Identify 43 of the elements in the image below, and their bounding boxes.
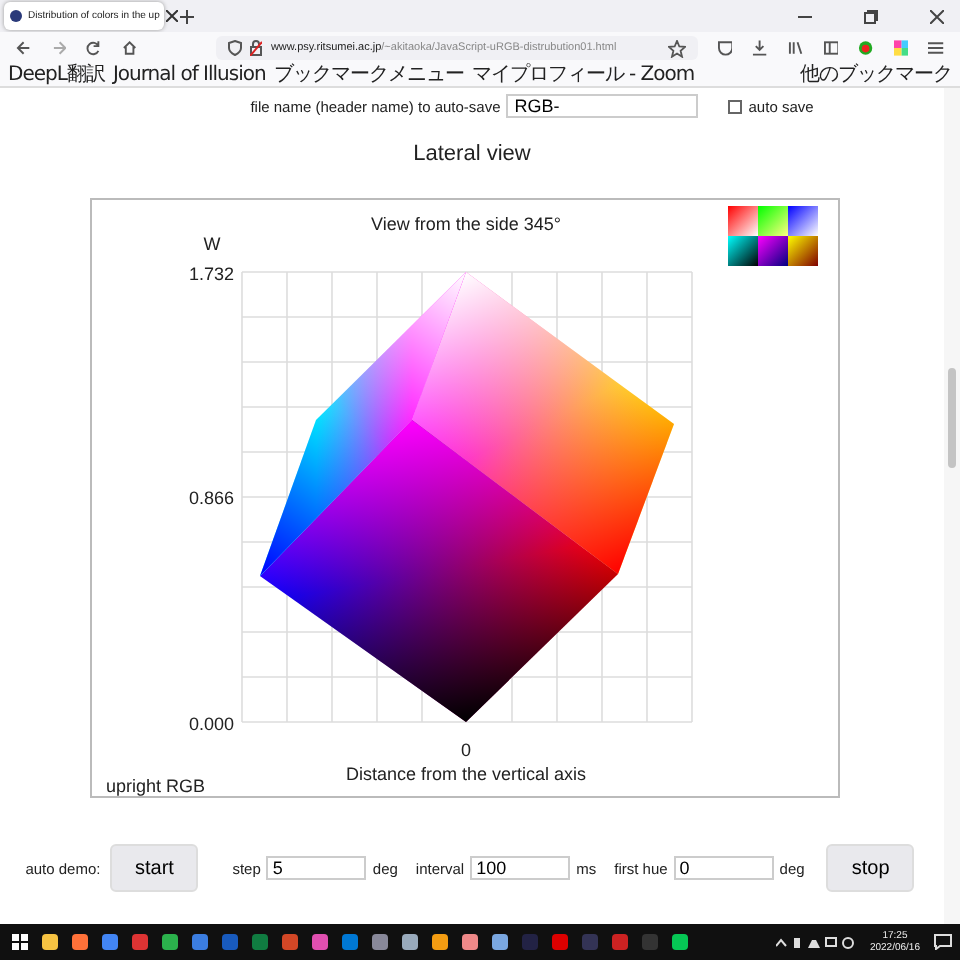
system-tray-icon[interactable] — [775, 935, 856, 949]
reload-icon[interactable] — [86, 40, 102, 56]
number-field[interactable]: 100 — [470, 856, 571, 880]
notification-icon[interactable] — [934, 934, 952, 950]
windows-start-icon[interactable] — [12, 934, 28, 950]
section-heading: Lateral view — [413, 142, 531, 166]
library-icon[interactable] — [787, 40, 804, 56]
close-icon[interactable] — [165, 10, 178, 22]
chart-title: View from the side 345° — [371, 214, 561, 234]
download-icon[interactable] — [752, 40, 768, 56]
stop-button[interactable]: stop — [826, 844, 915, 892]
checkbox[interactable] — [728, 99, 743, 113]
start-button[interactable]: start — [110, 844, 199, 892]
restore-icon[interactable] — [864, 9, 878, 23]
axis-tick-label: 0.000 — [188, 714, 234, 734]
home-icon[interactable] — [121, 40, 137, 56]
file-name-field[interactable]: RGB- — [506, 94, 699, 118]
sidebar-icon[interactable] — [823, 40, 839, 56]
close-icon[interactable] — [930, 9, 944, 23]
bookmark-folder[interactable]: 他のブックマーク — [800, 64, 952, 86]
axis-tick-label: 1.732 — [188, 264, 234, 284]
bookmark-item[interactable]: マイプロフィール - Zoom — [471, 64, 695, 86]
menu-icon[interactable] — [928, 40, 944, 56]
extension-icon[interactable] — [858, 40, 874, 56]
number-field[interactable]: 0 — [673, 856, 774, 880]
star-icon[interactable] — [667, 39, 686, 57]
axis-tick-label: 0 — [461, 740, 471, 760]
bookmark-item[interactable]: Journal of Illusion — [112, 64, 266, 86]
axis-tick-label: 0.866 — [188, 488, 234, 508]
lock-icon — [250, 40, 263, 56]
pocket-icon[interactable] — [717, 40, 733, 56]
number-field[interactable]: 5 — [266, 856, 367, 880]
back-icon[interactable] — [16, 40, 32, 56]
color-palette-drawing — [728, 206, 818, 266]
axis-label: Distance from the vertical axis — [345, 764, 587, 784]
extension-icon[interactable] — [893, 40, 909, 56]
site-icon — [10, 10, 22, 22]
bookmark-item[interactable]: ブックマークメニュー — [273, 64, 464, 86]
shield-icon — [228, 40, 243, 56]
new-tab-icon[interactable] — [180, 9, 194, 23]
bookmark-item[interactable]: DeepL翻訳 — [8, 64, 105, 86]
axis-label: W — [203, 234, 221, 254]
chart-caption: upright RGB — [106, 776, 206, 796]
